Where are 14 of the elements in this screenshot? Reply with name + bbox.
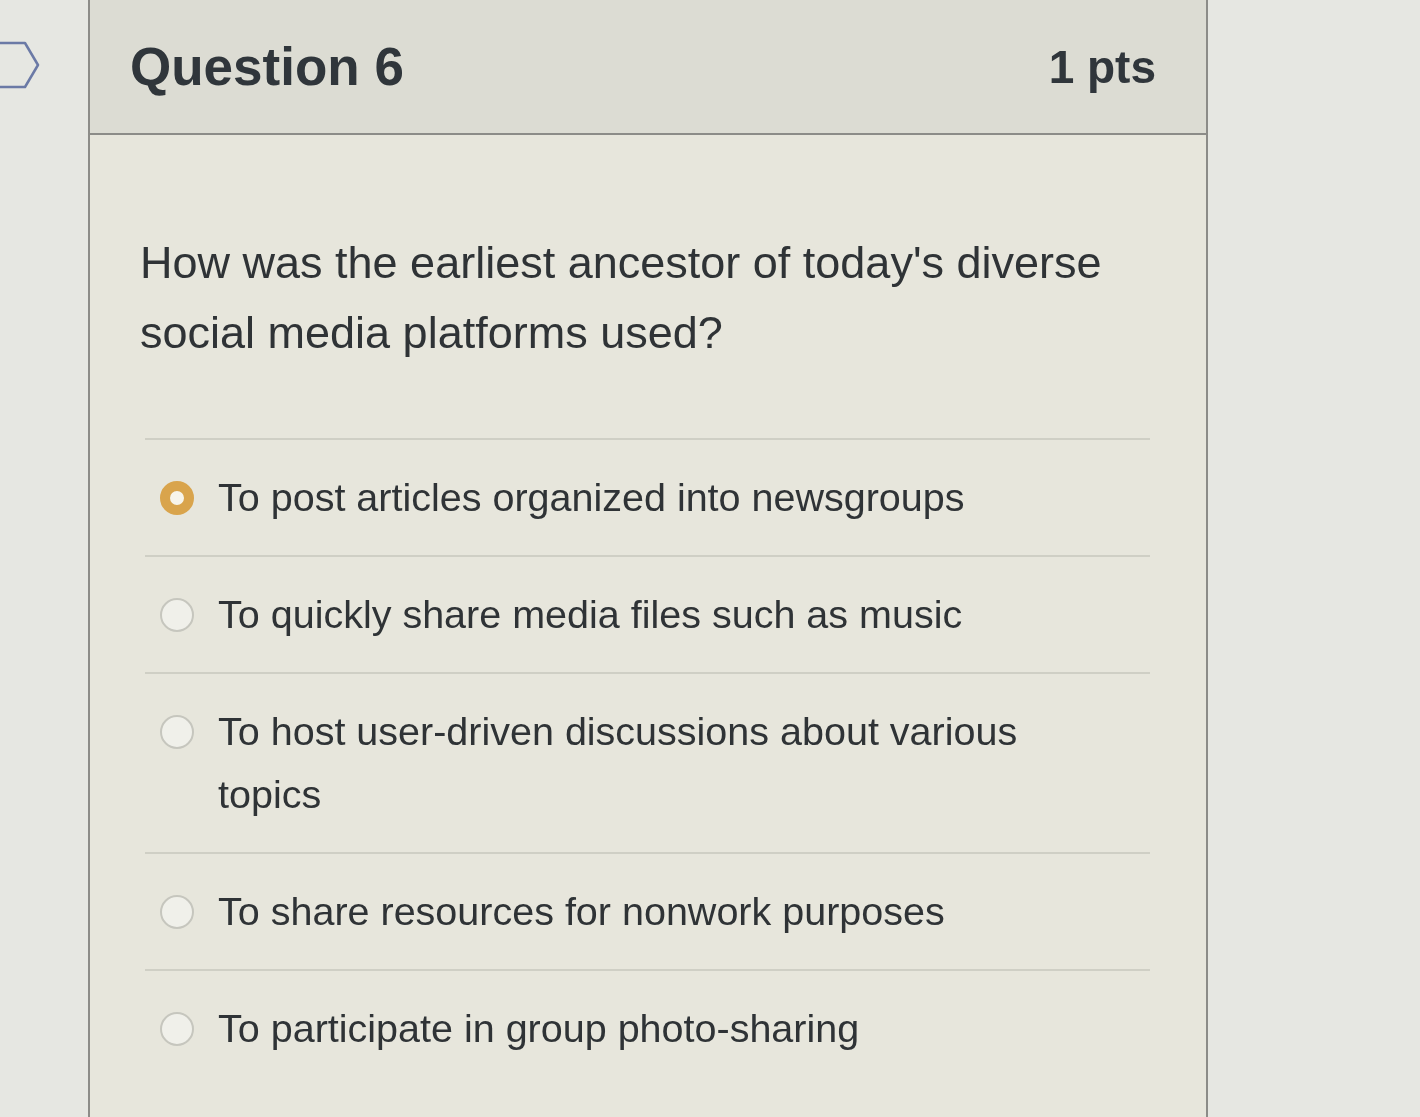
question-text: How was the earliest ancestor of today's diverse social media platforms used? bbox=[140, 236, 1103, 360]
answer-label: To share resources for nonwork purposes bbox=[218, 888, 945, 935]
answer-label: To participate in group photo-sharing bbox=[218, 1005, 860, 1052]
radio-button[interactable] bbox=[160, 895, 194, 929]
tag-icon[interactable] bbox=[0, 41, 40, 89]
answer-label: To host user-driven discussions about various topics bbox=[218, 708, 1019, 818]
radio-button[interactable] bbox=[160, 598, 194, 632]
answer-label: To quickly share media files such as music bbox=[218, 591, 963, 638]
radio-button[interactable] bbox=[160, 1012, 194, 1046]
question-title: Question 6 bbox=[130, 36, 404, 97]
radio-button[interactable] bbox=[160, 715, 194, 749]
points-label: 1 pts bbox=[1048, 39, 1156, 94]
radio-button[interactable] bbox=[160, 481, 194, 515]
answer-label: To post articles organized into newsgroups bbox=[218, 474, 965, 521]
